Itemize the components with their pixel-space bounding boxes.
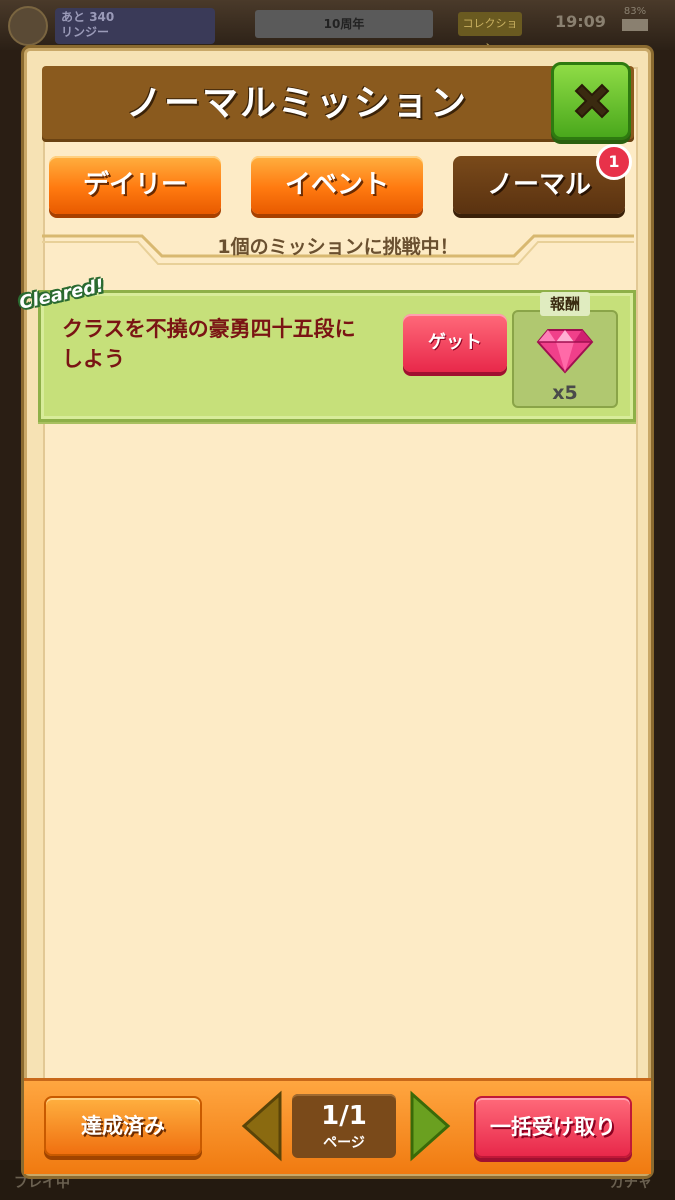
next-page-arrow-icon[interactable] bbox=[410, 1090, 452, 1162]
background-status-prefix: あと bbox=[61, 10, 86, 24]
receive-all-button[interactable]: 一括受け取り bbox=[474, 1096, 632, 1158]
completed-missions-button[interactable]: 達成済み bbox=[44, 1096, 202, 1156]
page-number: 1/1 bbox=[321, 1101, 367, 1131]
background-status-name: リンジー bbox=[61, 25, 110, 39]
mission-description-line2: しよう bbox=[62, 347, 125, 371]
mission-count-ribbon: 1個のミッションに挑戦中！ bbox=[42, 232, 634, 270]
tab-daily[interactable]: デイリー bbox=[49, 156, 221, 214]
background-status-points: 340 bbox=[89, 10, 115, 24]
battery-percent: 83% bbox=[623, 6, 647, 17]
page-unit: ページ bbox=[323, 1135, 365, 1151]
battery-icon bbox=[622, 19, 648, 31]
mission-dialog bbox=[24, 48, 651, 1176]
get-reward-button[interactable]: ゲット bbox=[403, 314, 507, 372]
close-button[interactable] bbox=[551, 62, 631, 140]
background-rank-box: あと 340 リンジー bbox=[55, 8, 215, 44]
mission-list-area bbox=[43, 67, 638, 1127]
page-indicator: 1/1 ページ bbox=[292, 1094, 396, 1158]
mission-description-line1: クラスを不撓の豪勇四十五段に bbox=[62, 317, 356, 341]
reward-count: x5 bbox=[552, 382, 578, 404]
reward-label: 報酬 bbox=[540, 292, 590, 316]
tab-normal-badge: 1 bbox=[596, 144, 632, 180]
pink-gem-icon bbox=[536, 329, 594, 374]
background-banner: 10周年 bbox=[255, 10, 433, 38]
dialog-title-bar: ノーマルミッション bbox=[42, 66, 634, 142]
avatar bbox=[8, 6, 48, 46]
mission-description: クラスを不撓の豪勇四十五段に しよう bbox=[62, 314, 392, 374]
mission-count-text: 1個のミッションに挑戦中！ bbox=[217, 236, 459, 258]
clock: 19:09 bbox=[555, 12, 606, 31]
battery-indicator: 83% bbox=[615, 6, 655, 42]
dialog-title: ノーマルミッション bbox=[125, 83, 468, 124]
background-chip: コレクション bbox=[458, 12, 522, 54]
close-icon bbox=[574, 83, 610, 119]
tab-event[interactable]: イベント bbox=[251, 156, 423, 214]
previous-page-arrow-icon[interactable] bbox=[240, 1090, 282, 1162]
